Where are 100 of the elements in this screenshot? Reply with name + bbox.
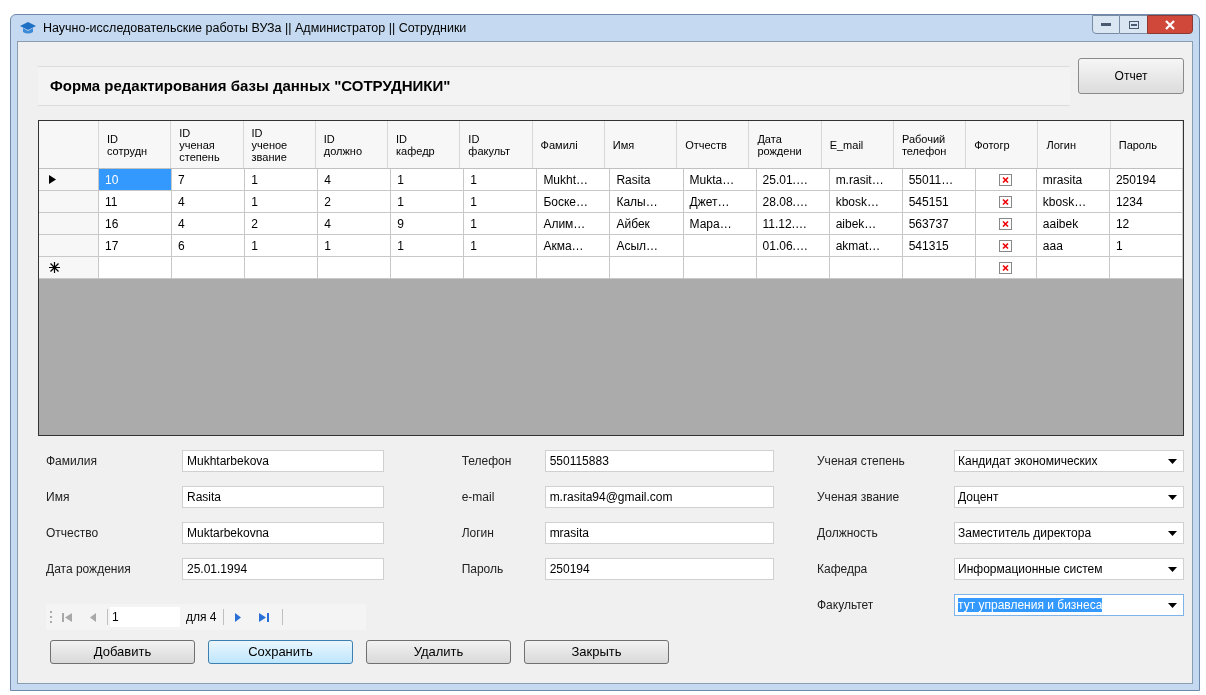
dropdown-field[interactable]: Заместитель директора [954,522,1184,544]
table-cell: Айбек [610,213,684,234]
table-cell: 01.06.… [756,235,830,256]
grid-row[interactable]: 10 7 1 4 1 1 Mukht… Rasita Mukta… 25.01.… m.rasit… 55011… mrasita 250194 [39,169,1183,191]
table-cell: 1 [245,235,319,256]
window-title: Научно-исследовательские работы ВУЗа || Администратор || Сотрудники [43,19,467,37]
table-cell: 1234 [1109,191,1183,212]
dropdown-field[interactable]: Кандидат экономических [954,450,1184,472]
field-label: Ученая звание [817,489,901,506]
table-cell: 55011… [902,169,976,190]
broken-image-icon [999,239,1013,252]
text-field[interactable]: 25.01.1994 [182,558,384,580]
column-header[interactable]: Фамилі [532,121,605,168]
text-field[interactable]: mrasita [544,522,774,544]
table-cell: 9 [391,213,465,234]
row-header[interactable] [39,257,99,278]
column-header[interactable]: Логин [1038,121,1111,168]
table-cell: m.rasit… [829,169,903,190]
field-label: Пароль [461,561,505,578]
text-field[interactable]: Mukhtarbekova [182,450,384,472]
text-field[interactable]: Rasita [182,486,384,508]
table-cell: 6 [172,235,246,256]
column-header[interactable]: Отчеств [677,121,750,168]
column-header[interactable]: Дата рождени [749,121,822,168]
text-field[interactable]: m.rasita94@gmail.com [544,486,774,508]
table-cell: 2 [245,213,319,234]
table-cell: Джет… [683,191,757,212]
table-cell: 4 [318,169,392,190]
dropdown-field[interactable]: Информационные систем [954,558,1184,580]
table-cell: 1 [464,169,538,190]
table-cell: Асыл… [610,235,684,256]
table-cell: 2 [318,191,392,212]
position-field[interactable]: 1 [110,607,180,627]
dropdown-arrow-icon [1168,458,1177,464]
table-cell: 1 [391,169,465,190]
grid-row[interactable]: 17 6 1 1 1 1 Акма… Асыл… 01.06.… akmat… 541315 aaa 1 [39,235,1183,257]
current-row-icon [49,175,56,184]
column-header[interactable]: Имя [604,121,678,168]
table-cell: 1 [464,235,538,256]
grip-icon [50,610,53,624]
dropdown-arrow-icon [1168,602,1177,608]
close-button[interactable] [1147,15,1193,34]
table-cell: 1 [245,191,319,212]
field-label: Имя [46,489,71,506]
maximize-button[interactable] [1120,15,1147,34]
action-button[interactable]: Закрыть [524,640,669,664]
column-header[interactable]: ID кафедр [388,121,461,168]
table-cell: akmat… [829,235,903,256]
broken-image-icon [999,195,1013,208]
dropdown-arrow-icon [1168,494,1177,500]
grid-row[interactable]: 16 4 2 4 9 1 Алим… Айбек Мара… 11.12.… aibek… 563737 aaibek 12 [39,213,1183,235]
field-label: Фамилия [46,453,98,470]
column-header[interactable]: ID ученое звание [243,121,316,168]
field-label: Факультет [817,597,875,614]
triangle-bar-icon [61,611,73,623]
text-field[interactable]: Muktarbekovna [182,522,384,544]
table-cell: 4 [172,191,246,212]
text-field[interactable]: 250194 [544,558,774,580]
triangle-bar-icon [257,611,270,623]
table-cell: 4 [318,213,392,234]
table-cell: 12 [1109,213,1183,234]
field-label: e-mail [461,489,496,506]
table-cell: aibek… [829,213,903,234]
form-heading: Форма редактирования базы данных "СОТРУДНИКИ" [50,75,451,96]
maximize-icon [1128,20,1139,29]
table-cell: Калы… [610,191,684,212]
field-label: Кафедра [817,561,869,578]
triangle-icon [87,611,99,623]
action-button[interactable]: Удалить [366,640,511,664]
graduation-cap-icon [19,21,37,35]
column-header[interactable]: ID факульт [460,121,533,168]
report-button[interactable]: Отчет [1078,58,1184,94]
action-button[interactable]: Добавить [50,640,195,664]
table-cell: Алим… [537,213,611,234]
column-header[interactable]: ID ученая степень [171,121,244,168]
action-button[interactable]: Сохранить [208,640,353,664]
record-count: для 4 [185,609,218,626]
dropdown-arrow-icon [1168,566,1177,572]
column-header[interactable]: E_mail [821,121,894,168]
grid-row[interactable]: 11 4 1 2 1 1 Боске… Калы… Джет… 28.08.… kbosk… 545151 kbosk… 1234 [39,191,1183,213]
text-field[interactable]: 550115883 [544,450,774,472]
row-header[interactable] [39,169,99,190]
column-header[interactable]: Пароль [1110,121,1183,168]
minimize-icon [1101,22,1111,27]
dropdown-field[interactable]: Доцент [954,486,1184,508]
table-cell: Мара… [683,213,757,234]
column-header[interactable]: ID должно [315,121,389,168]
column-header[interactable]: ID сотрудн [99,121,172,168]
table-cell: aaa [1036,235,1110,256]
column-header[interactable]: Рабочий телефон [893,121,967,168]
table-cell: Rasita [610,169,684,190]
column-header[interactable]: Фотогр [966,121,1039,168]
table-cell: kbosk… [829,191,903,212]
field-label: Телефон [461,453,513,470]
field-label: Ученая степень [817,453,906,470]
table-cell: aaibek [1036,213,1110,234]
minimize-button[interactable] [1092,15,1120,34]
table-cell: 25.01.… [756,169,830,190]
broken-image-icon [999,173,1013,186]
table-cell: 1 [464,191,538,212]
